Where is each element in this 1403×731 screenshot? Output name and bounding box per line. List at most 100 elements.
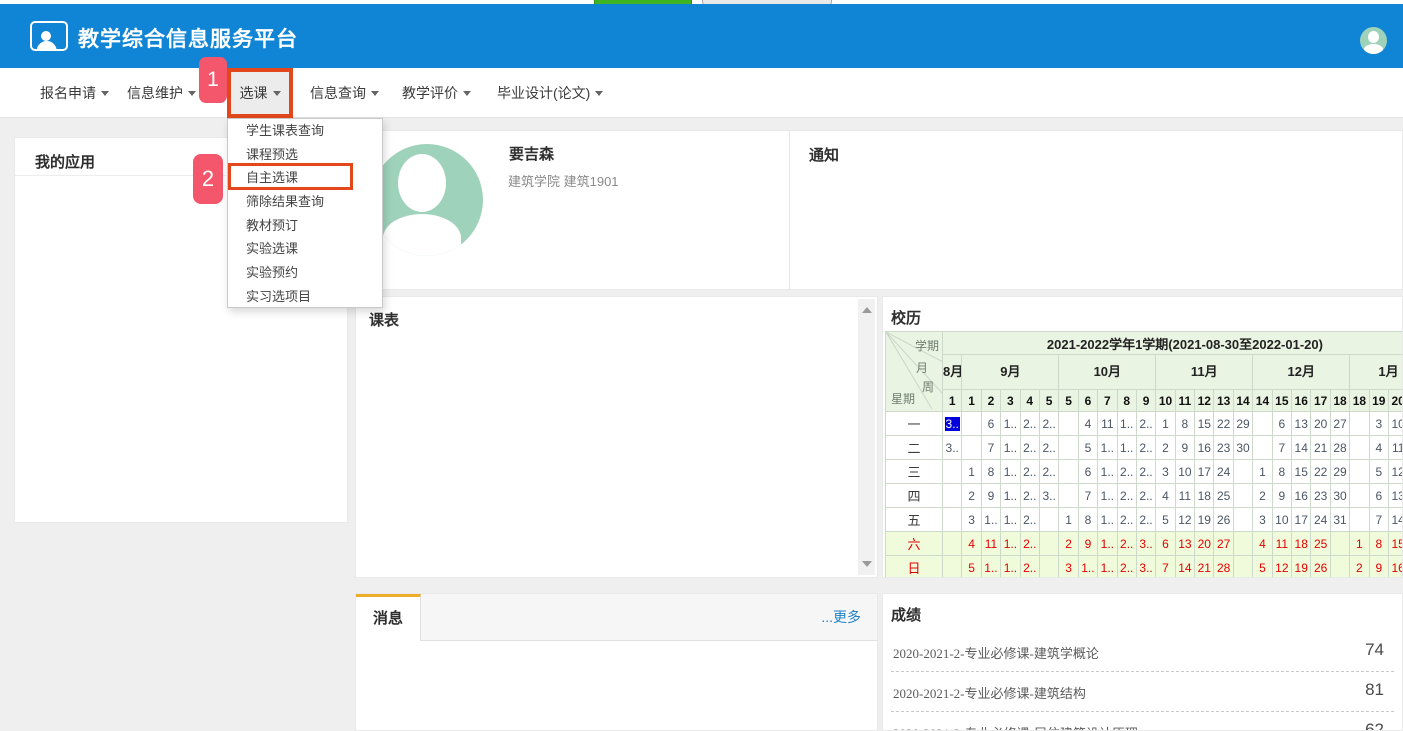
calendar-day-label: 二 (886, 436, 943, 460)
calendar-date-cell: 22 (1214, 412, 1233, 436)
student-name: 要吉森 (509, 143, 554, 164)
calendar-date-cell (1350, 508, 1369, 532)
app-root: 教学综合信息服务平台 报名申请 信息维护 选课 信息查询 教学评价 毕业设计(论… (0, 0, 1403, 731)
calendar-date-cell: 17 (1292, 508, 1311, 532)
calendar-date-cell: 6 (1156, 532, 1175, 556)
calendar-date-cell: 28 (1214, 556, 1233, 579)
calendar-month-header: 10月 (1059, 355, 1156, 390)
calendar-date-cell: 1 (1253, 460, 1272, 484)
calendar-date-cell (1233, 532, 1252, 556)
menu-item-textbook-order[interactable]: 教材预订 (228, 214, 382, 238)
chevron-down-icon (188, 91, 196, 96)
calendar-month-header: 12月 (1253, 355, 1350, 390)
calendar-date-cell (962, 436, 981, 460)
calendar-date-cell: 5 (962, 556, 981, 579)
calendar-date-cell (1350, 460, 1369, 484)
calendar-date-cell: 1.. (1001, 484, 1020, 508)
calendar-date-cell: 2.. (1020, 412, 1039, 436)
calendar-date-cell: 29 (1330, 460, 1349, 484)
nav-item-graduation-design[interactable]: 毕业设计(论文) (497, 68, 603, 118)
grade-row: 2020-2021-2-专业必修课-建筑结构 81 (891, 672, 1394, 712)
calendar-week-number: 8 (1117, 390, 1136, 412)
tab-messages[interactable]: 消息 (356, 594, 421, 641)
scroll-up-icon[interactable] (862, 307, 872, 313)
calendar-date-cell: 23 (1214, 436, 1233, 460)
calendar-date-cell: 13 (1292, 412, 1311, 436)
calendar-week-number: 15 (1272, 390, 1291, 412)
calendar-date-cell: 25 (1311, 532, 1330, 556)
chevron-down-icon (371, 91, 379, 96)
calendar-date-cell (1330, 556, 1349, 579)
calendar-date-cell: 29 (1233, 412, 1252, 436)
calendar-date-cell: 4 (1253, 532, 1272, 556)
calendar-date-cell (1350, 484, 1369, 508)
grade-course: 2020-2021-2-专业必修课-居住建筑设计原理 (893, 723, 1138, 731)
calendar-date-cell (1059, 484, 1078, 508)
grade-row: 2020-2021-2-专业必修课-居住建筑设计原理 62 (891, 712, 1394, 731)
calendar-date-cell: 11 (1272, 532, 1291, 556)
nav-item-course-select[interactable]: 选课 (227, 68, 293, 118)
nav-item-info-query[interactable]: 信息查询 (310, 68, 379, 118)
calendar-date-cell: 17 (1195, 460, 1214, 484)
calendar-date-cell (1233, 460, 1252, 484)
scroll-down-icon[interactable] (862, 561, 872, 567)
scrollbar[interactable] (858, 299, 875, 575)
calendar-day-label: 一 (886, 412, 943, 436)
menu-item-lab-course-select[interactable]: 实验选课 (228, 237, 382, 261)
calendar-date-cell: 13 (1388, 484, 1403, 508)
calendar-date-cell: 26 (1214, 508, 1233, 532)
calendar-day-label: 日 (886, 556, 943, 579)
calendar-date-cell: 9 (1078, 532, 1097, 556)
calendar-date-cell: 1.. (1001, 556, 1020, 579)
calendar-date-cell: 14 (1292, 436, 1311, 460)
chevron-down-icon (595, 91, 603, 96)
calendar-date-cell: 10 (1272, 508, 1291, 532)
calendar-date-cell: 15 (1195, 412, 1214, 436)
calendar-date-cell: 6 (1078, 460, 1097, 484)
calendar-date-cell: 2.. (1117, 484, 1136, 508)
calendar-date-cell: 15 (1292, 460, 1311, 484)
calendar-date-cell: 31 (1330, 508, 1349, 532)
calendar-date-cell: 26 (1311, 556, 1330, 579)
calendar-date-cell: 3.. (1136, 532, 1155, 556)
nav-item-teaching-eval[interactable]: 教学评价 (402, 68, 471, 118)
user-avatar-icon[interactable] (1360, 27, 1387, 54)
menu-item-internship-select[interactable]: 实习选项目 (228, 285, 382, 309)
menu-item-lab-reservation[interactable]: 实验预约 (228, 261, 382, 285)
calendar-day-label: 五 (886, 508, 943, 532)
calendar-week-number: 11 (1175, 390, 1194, 412)
calendar-date-cell: 16 (1195, 436, 1214, 460)
calendar-week-number: 16 (1292, 390, 1311, 412)
nav-item-registration[interactable]: 报名申请 (40, 68, 109, 118)
student-dept: 建筑学院 建筑1901 (508, 171, 619, 190)
calendar-date-cell: 1.. (981, 556, 1000, 579)
calendar-date-cell: 2.. (1039, 412, 1058, 436)
calendar-date-cell: 14 (1175, 556, 1194, 579)
calendar-date-cell (1233, 484, 1252, 508)
calendar-date-cell: 2.. (1020, 436, 1039, 460)
grade-score: 74 (1365, 640, 1384, 660)
calendar-month-header: 9月 (962, 355, 1059, 390)
calendar-date-cell: 13 (1175, 532, 1194, 556)
calendar-date-cell: 3.. (943, 436, 962, 460)
calendar-date-cell: 24 (1214, 460, 1233, 484)
calendar-date-cell: 2 (1059, 532, 1078, 556)
calendar-week-number: 13 (1214, 390, 1233, 412)
calendar-date-cell: 2.. (1117, 532, 1136, 556)
calendar-date-cell: 18 (1292, 532, 1311, 556)
calendar-month-header: 1月 (1350, 355, 1403, 390)
more-link[interactable]: ...更多 (821, 607, 861, 627)
menu-item-filter-result-query[interactable]: 筛除结果查询 (228, 190, 382, 214)
calendar-semester-title: 2021-2022学年1学期(2021-08-30至2022-01-20) (943, 332, 1403, 355)
nav-item-info-maintain[interactable]: 信息维护 (127, 68, 196, 118)
calendar-date-cell (1039, 556, 1058, 579)
calendar-date-cell: 2 (1253, 484, 1272, 508)
menu-item-student-timetable[interactable]: 学生课表查询 (228, 119, 382, 143)
calendar-date-cell: 8 (1078, 508, 1097, 532)
calendar-date-cell: 21 (1311, 436, 1330, 460)
calendar-date-cell: 20 (1195, 532, 1214, 556)
calendar-week-number: 17 (1311, 390, 1330, 412)
calendar-date-cell: 16 (1292, 484, 1311, 508)
calendar-date-cell: 1.. (1001, 412, 1020, 436)
grades-list: 2020-2021-2-专业必修课-建筑学概论 74 2020-2021-2-专… (891, 632, 1394, 731)
